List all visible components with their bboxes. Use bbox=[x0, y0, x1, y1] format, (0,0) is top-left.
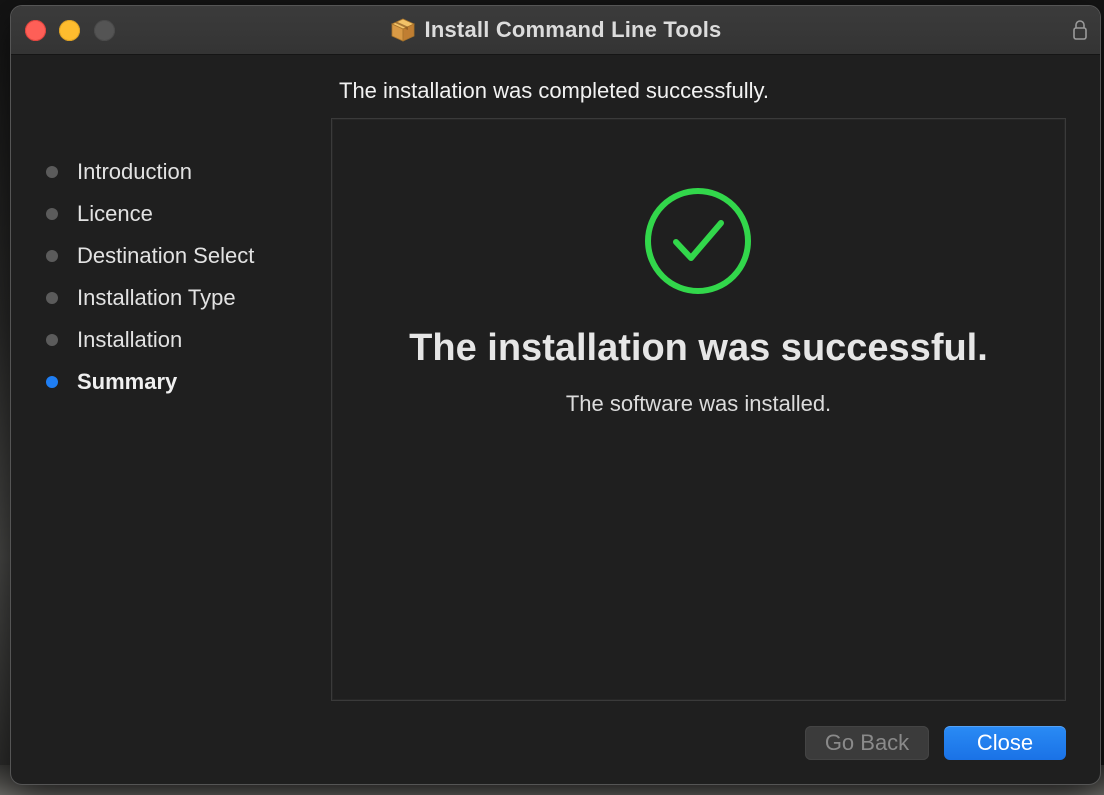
step-introduction: Introduction bbox=[46, 157, 192, 187]
summary-content-panel: The installation was successful. The sof… bbox=[331, 118, 1066, 701]
step-label: Introduction bbox=[77, 159, 192, 184]
step-indicator-dot bbox=[46, 250, 58, 262]
step-indicator-dot-active bbox=[46, 376, 58, 388]
step-label: Installation Type bbox=[77, 285, 236, 310]
step-indicator-dot bbox=[46, 292, 58, 304]
step-label: Destination Select bbox=[77, 243, 255, 268]
step-indicator-dot bbox=[46, 166, 58, 178]
step-destination-select: Destination Select bbox=[46, 241, 254, 271]
lock-icon bbox=[1073, 20, 1087, 40]
step-licence: Licence bbox=[46, 199, 153, 229]
step-summary: Summary bbox=[46, 367, 177, 397]
success-subtitle: The software was installed. bbox=[565, 391, 832, 416]
steps-sidebar: Introduction Licence Destination Select … bbox=[11, 55, 331, 755]
go-back-button[interactable]: Go Back bbox=[805, 726, 929, 760]
step-label: Licence bbox=[77, 201, 153, 226]
step-installation: Installation bbox=[46, 325, 182, 355]
step-label-active: Summary bbox=[77, 369, 178, 394]
close-button[interactable]: Close bbox=[944, 726, 1066, 760]
checkmark-circle-icon bbox=[645, 188, 751, 294]
step-installation-type: Installation Type bbox=[46, 283, 236, 313]
step-indicator-dot bbox=[46, 334, 58, 346]
package-icon bbox=[390, 18, 415, 42]
step-indicator-dot bbox=[46, 208, 58, 220]
installer-window: Install Command Line Tools Introduction … bbox=[11, 6, 1100, 784]
page-heading: The installation was completed successfu… bbox=[339, 78, 770, 103]
step-label: Installation bbox=[77, 327, 183, 352]
title-bar[interactable]: Install Command Line Tools bbox=[11, 6, 1100, 55]
success-title: The installation was successful. bbox=[409, 327, 988, 369]
window-title: Install Command Line Tools bbox=[424, 17, 722, 42]
